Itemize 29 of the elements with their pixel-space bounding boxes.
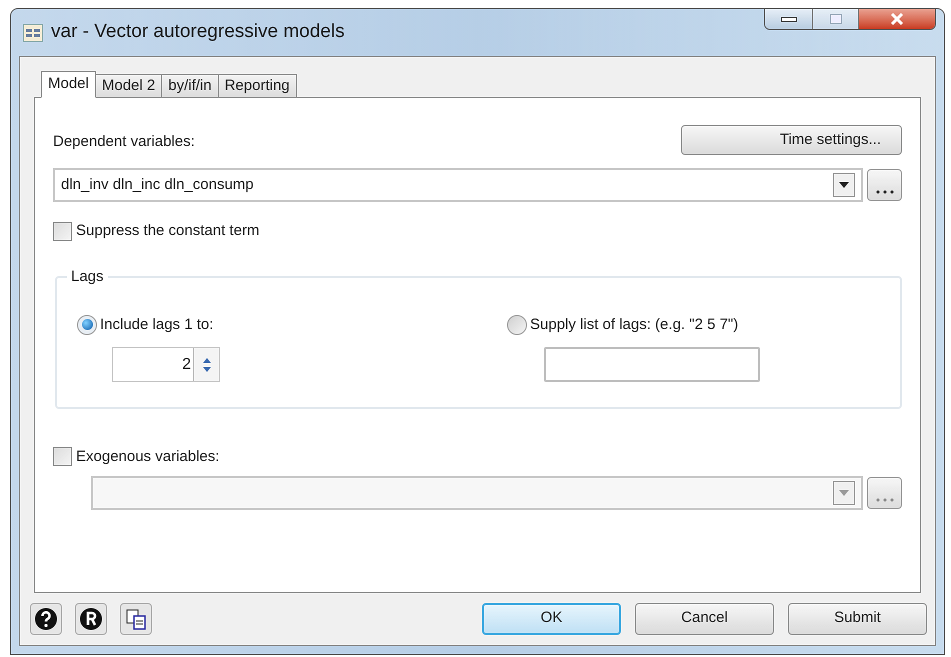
tab[interactable]: Model 2 [94,74,162,98]
ellipsis-icon [876,498,894,502]
checkbox[interactable]: Suppress the constant term [53,220,902,242]
combo-box[interactable]: dln_inv dln_inc dln_consump [53,168,863,202]
input-field[interactable] [544,347,760,382]
dialog-button[interactable]: Submit [788,602,927,634]
copy-icon[interactable] [120,602,152,634]
tab[interactable]: Model [41,71,96,98]
radio-button[interactable]: Supply list of lags: (e.g. "2 5 7") [507,314,760,336]
close-button[interactable] [859,9,935,29]
registered-icon[interactable] [75,602,107,634]
field-label: Dependent variables: [53,132,195,152]
tab[interactable]: Reporting [218,74,297,98]
spinner-arrows-icon[interactable] [193,348,219,381]
browse-button[interactable] [867,169,902,201]
time-settings-button[interactable]: Time settings... [681,125,902,155]
ellipsis-icon [876,190,894,194]
minimize-button[interactable] [765,9,813,29]
app-icon [23,24,43,42]
window-title: var - Vector autoregressive models [51,20,345,44]
help-icon[interactable] [30,602,62,634]
dialog-button[interactable]: OK [482,602,621,634]
dialog-button[interactable]: Cancel [635,602,774,634]
spin-box[interactable]: 2 [112,347,220,382]
close-icon [890,13,904,25]
browse-button[interactable] [867,477,902,509]
maximize-button[interactable] [813,9,859,29]
radio-button[interactable]: Include lags 1 to: [77,314,507,336]
tab[interactable]: by/if/in [161,74,219,98]
